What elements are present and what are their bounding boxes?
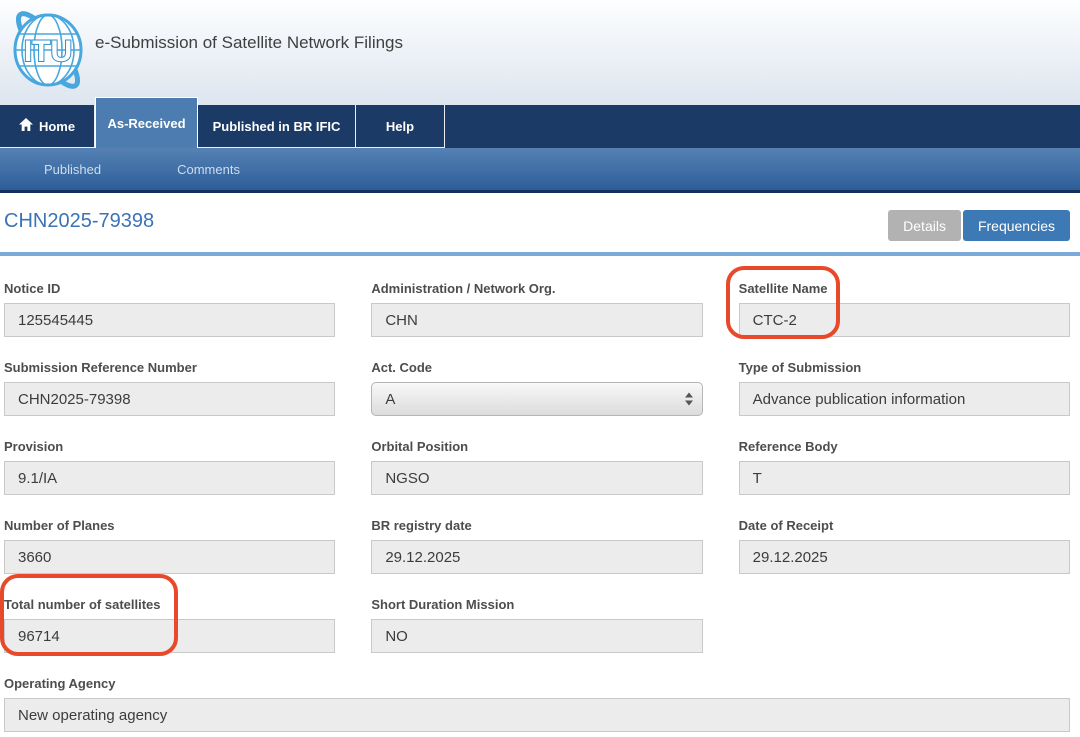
number-of-planes-input[interactable]: 3660 xyxy=(4,540,335,574)
nav-tab-label: Home xyxy=(39,119,75,134)
short-duration-mission-input[interactable]: NO xyxy=(371,619,702,653)
nav-tab-label: As-Received xyxy=(107,116,185,131)
field-label: Administration / Network Org. xyxy=(371,281,702,296)
app-title: e-Submission of Satellite Network Filing… xyxy=(95,33,403,53)
app-header: ITU e-Submission of Satellite Network Fi… xyxy=(0,0,1080,105)
orbital-position-input[interactable]: NGSO xyxy=(371,461,702,495)
main-navigation: Home As-Received Published in BR IFIC He… xyxy=(0,105,1080,148)
satellite-name-input[interactable]: CTC-2 xyxy=(739,303,1070,337)
br-registry-date-input[interactable]: 29.12.2025 xyxy=(371,540,702,574)
field-operating-agency: Operating Agency New operating agency xyxy=(4,676,1070,732)
field-act-code: Act. Code A xyxy=(371,360,702,416)
field-label: Notice ID xyxy=(4,281,335,296)
date-of-receipt-input[interactable]: 29.12.2025 xyxy=(739,540,1070,574)
act-code-select[interactable]: A xyxy=(371,382,702,416)
page-title: CHN2025-79398 xyxy=(4,210,154,233)
itu-logo-text: ITU xyxy=(24,35,72,68)
field-label: BR registry date xyxy=(371,518,702,533)
field-provision: Provision 9.1/IA xyxy=(4,439,335,495)
field-total-number-of-satellites: Total number of satellites 96714 xyxy=(4,597,335,653)
field-submission-reference-number: Submission Reference Number CHN2025-7939… xyxy=(4,360,335,416)
subnav-link-published[interactable]: Published xyxy=(44,162,101,177)
field-date-of-receipt: Date of Receipt 29.12.2025 xyxy=(739,518,1070,574)
nav-tab-home[interactable]: Home xyxy=(0,105,95,148)
page-root: { "header": { "app_title": "e-Submission… xyxy=(0,0,1080,737)
field-notice-id: Notice ID 125545445 xyxy=(4,281,335,337)
content-area: CHN2025-79398 Details Frequencies Notice… xyxy=(0,210,1080,732)
view-switch: Details Frequencies xyxy=(888,210,1070,241)
field-label: Act. Code xyxy=(371,360,702,375)
field-label: Date of Receipt xyxy=(739,518,1070,533)
field-label: Short Duration Mission xyxy=(371,597,702,612)
field-number-of-planes: Number of Planes 3660 xyxy=(4,518,335,574)
title-divider xyxy=(0,252,1080,256)
field-orbital-position: Orbital Position NGSO xyxy=(371,439,702,495)
field-short-duration-mission: Short Duration Mission NO xyxy=(371,597,702,653)
sub-navigation: Published Comments xyxy=(0,148,1080,193)
act-code-value: A xyxy=(385,391,395,408)
field-satellite-name: Satellite Name CTC-2 xyxy=(739,281,1070,337)
field-reference-body: Reference Body T xyxy=(739,439,1070,495)
field-label: Reference Body xyxy=(739,439,1070,454)
field-type-of-submission: Type of Submission Advance publication i… xyxy=(739,360,1070,416)
field-br-registry-date: BR registry date 29.12.2025 xyxy=(371,518,702,574)
home-icon xyxy=(19,118,33,134)
notice-id-input[interactable]: 125545445 xyxy=(4,303,335,337)
field-admin-network-org: Administration / Network Org. CHN xyxy=(371,281,702,337)
select-arrows-icon xyxy=(685,393,693,406)
field-label: Operating Agency xyxy=(4,676,1070,691)
title-row: CHN2025-79398 Details Frequencies xyxy=(4,210,1070,243)
nav-tab-label: Help xyxy=(386,119,414,134)
field-label: Satellite Name xyxy=(739,281,1070,296)
itu-logo-icon: ITU xyxy=(8,6,88,92)
admin-network-org-input[interactable]: CHN xyxy=(371,303,702,337)
field-label: Orbital Position xyxy=(371,439,702,454)
frequencies-button[interactable]: Frequencies xyxy=(963,210,1070,241)
field-label: Type of Submission xyxy=(739,360,1070,375)
nav-tab-as-received[interactable]: As-Received xyxy=(95,97,198,148)
details-button[interactable]: Details xyxy=(888,210,961,241)
reference-body-input[interactable]: T xyxy=(739,461,1070,495)
operating-agency-input[interactable]: New operating agency xyxy=(4,698,1070,732)
field-label: Provision xyxy=(4,439,335,454)
field-spacer xyxy=(739,597,1070,653)
submission-reference-input[interactable]: CHN2025-79398 xyxy=(4,382,335,416)
notice-details-form: Notice ID 125545445 Administration / Net… xyxy=(4,281,1070,732)
nav-tab-help[interactable]: Help xyxy=(356,105,445,148)
field-label: Number of Planes xyxy=(4,518,335,533)
provision-input[interactable]: 9.1/IA xyxy=(4,461,335,495)
subnav-link-comments[interactable]: Comments xyxy=(177,162,240,177)
type-of-submission-input[interactable]: Advance publication information xyxy=(739,382,1070,416)
nav-tab-label: Published in BR IFIC xyxy=(213,119,341,134)
total-satellites-input[interactable]: 96714 xyxy=(4,619,335,653)
field-label: Total number of satellites xyxy=(4,597,335,612)
field-label: Submission Reference Number xyxy=(4,360,335,375)
nav-tab-published-in-br-ific[interactable]: Published in BR IFIC xyxy=(198,105,356,148)
